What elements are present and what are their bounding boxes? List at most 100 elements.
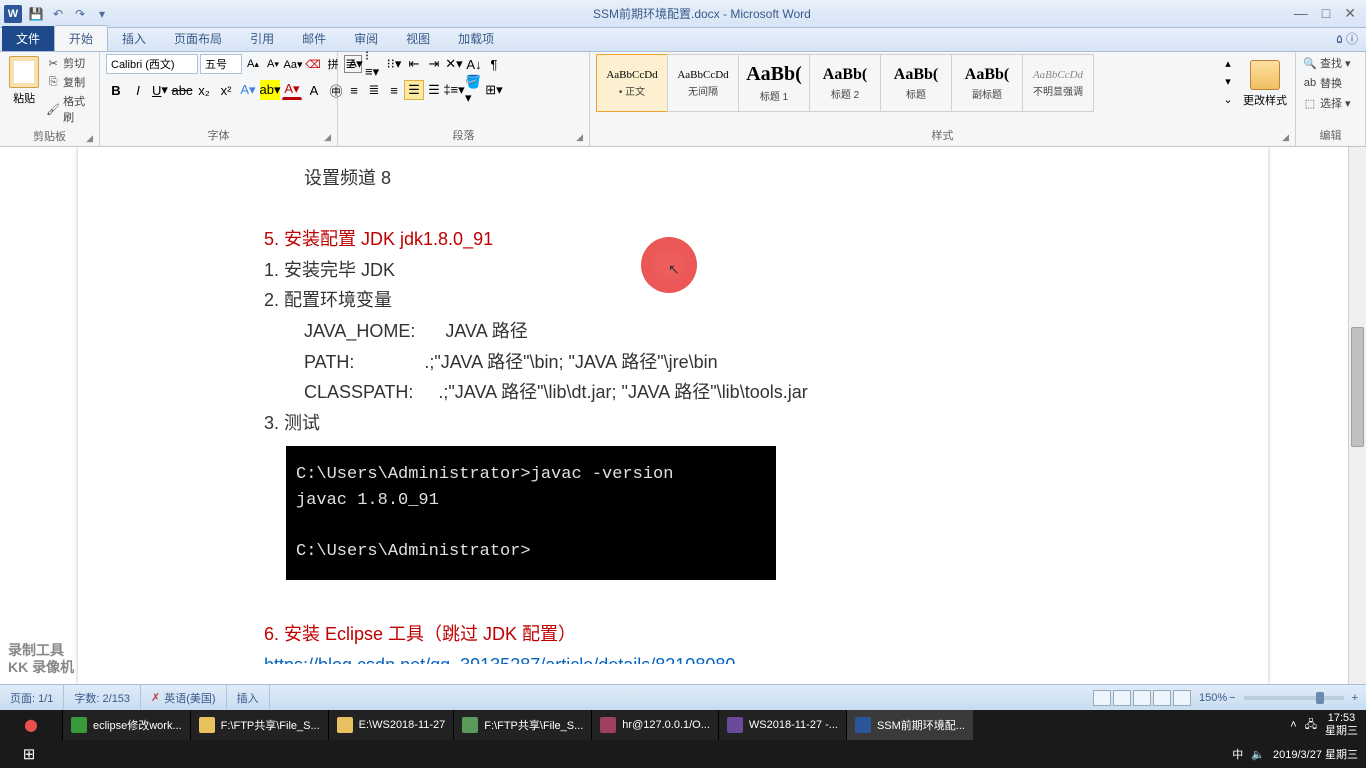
zoom-slider[interactable] [1244,696,1344,700]
qat-dropdown-icon[interactable]: ▾ [94,6,110,22]
styles-gallery[interactable]: AaBbCcDd• 正文AaBbCcDd无间隔AaBb(标题 1AaBb(标题 … [596,54,1217,112]
zoom-in-button[interactable]: + [1352,692,1358,704]
font-size-combo[interactable]: 五号 [200,54,242,74]
minimize-button[interactable]: — [1294,5,1308,22]
tray-up-icon[interactable]: ˄ [1290,719,1296,731]
tab-view[interactable]: 视图 [392,26,444,51]
clear-formatting-button[interactable]: ⌫ [304,55,322,73]
find-button[interactable]: 🔍查找▾ [1302,54,1352,72]
style-item[interactable]: AaBb(标题 [880,54,952,112]
asian-layout-button[interactable]: ✕▾ [444,54,464,74]
paste-button[interactable]: 粘贴 [6,54,42,106]
dialog-launcher-icon[interactable]: ◢ [1282,132,1289,143]
style-item[interactable]: AaBb(副标题 [951,54,1023,112]
start-button[interactable]: ⊞ [10,740,48,768]
network-icon[interactable]: 🖧 [1305,716,1317,735]
gallery-up-icon[interactable]: ▴ [1219,54,1237,72]
align-right-button[interactable]: ≡ [384,80,404,100]
taskbar-item[interactable]: WS2018-11-27 -... [718,710,846,740]
tab-insert[interactable]: 插入 [108,26,160,51]
tab-mailings[interactable]: 邮件 [288,26,340,51]
bold-button[interactable]: B [106,80,126,100]
dialog-launcher-icon[interactable]: ◢ [324,132,331,143]
text-effects-button[interactable]: A▾ [238,80,258,100]
copy-button[interactable]: ⎘复制 [44,73,93,91]
dialog-launcher-icon[interactable]: ◢ [576,132,583,143]
font-color-button[interactable]: A▾ [282,80,302,100]
tab-home[interactable]: 开始 [54,25,108,51]
line-spacing-button[interactable]: ‡≡▾ [444,80,464,100]
multilevel-list-button[interactable]: ⁝⁝▾ [384,54,404,74]
underline-button[interactable]: U▾ [150,80,170,100]
bullets-button[interactable]: ≣▾ [344,54,364,74]
show-hide-button[interactable]: ¶ [484,54,504,74]
taskbar-item[interactable]: F:\FTP共享\File_S... [453,710,591,740]
cut-button[interactable]: ✂剪切 [44,54,93,72]
clock[interactable]: 17:53 星期三 [1325,712,1358,738]
font-name-combo[interactable]: Calibri (西文) [106,54,198,74]
shading-button[interactable]: 🪣▾ [464,80,484,100]
page-number[interactable]: 页面: 1/1 [0,685,64,710]
taskbar-item[interactable]: SSM前期环境配... [846,710,973,740]
subscript-button[interactable]: x₂ [194,80,214,100]
speaker-icon[interactable]: 🔈 [1251,748,1265,761]
strikethrough-button[interactable]: abc [172,80,192,100]
style-item[interactable]: AaBbCcDd• 正文 [596,54,668,112]
dialog-launcher-icon[interactable]: ◢ [86,133,93,144]
maximize-button[interactable]: □ [1322,5,1330,22]
undo-icon[interactable]: ↶ [50,6,66,22]
replace-button[interactable]: ab替换 [1302,74,1352,92]
word-count[interactable]: 字数: 2/153 [64,685,141,710]
style-item[interactable]: AaBb(标题 1 [738,54,810,112]
close-button[interactable]: ✕ [1344,5,1356,22]
style-item[interactable]: AaBb(标题 2 [809,54,881,112]
grow-font-button[interactable]: A▴ [244,55,262,73]
borders-button[interactable]: ⊞▾ [484,80,504,100]
vertical-scrollbar[interactable] [1348,147,1366,684]
fullscreen-reading-view-button[interactable] [1113,690,1131,706]
outline-view-button[interactable] [1153,690,1171,706]
print-layout-view-button[interactable] [1093,690,1111,706]
scrollbar-thumb[interactable] [1351,327,1364,447]
taskbar-item[interactable]: E:\WS2018-11-27 [328,710,454,740]
zoom-out-button[interactable]: − [1229,692,1235,704]
minimize-ribbon-icon[interactable]: ۵ ⓘ [1328,26,1366,51]
gallery-more-icon[interactable]: ⌄ [1219,90,1237,108]
date-display[interactable]: 2019/3/27 星期三 [1273,746,1358,762]
shrink-font-button[interactable]: A▾ [264,55,282,73]
tab-page-layout[interactable]: 页面布局 [160,26,236,51]
taskbar-item[interactable]: eclipse修改work... [62,710,190,740]
style-item[interactable]: AaBbCcDd无间隔 [667,54,739,112]
document-content[interactable]: 设置频道 8 5. 安装配置 JDK jdk1.8.0_91 1. 安装完毕 J… [264,163,1082,664]
zoom-level[interactable]: 150% [1199,692,1227,704]
tab-references[interactable]: 引用 [236,26,288,51]
tab-addins[interactable]: 加载项 [444,26,508,51]
numbering-button[interactable]: ⁝≡▾ [364,54,384,74]
insert-mode[interactable]: 插入 [227,685,270,710]
increase-indent-button[interactable]: ⇥ [424,54,444,74]
tab-file[interactable]: 文件 [2,26,54,51]
character-shading-button[interactable]: A [304,80,324,100]
style-item[interactable]: AaBbCcDd不明显强调 [1022,54,1094,112]
select-button[interactable]: ⬚选择▾ [1302,94,1352,112]
redo-icon[interactable]: ↷ [72,6,88,22]
tray-icon[interactable]: ⬤ [24,718,37,732]
taskbar-item[interactable]: F:\FTP共享\File_S... [190,710,328,740]
distributed-button[interactable]: ☰ [424,80,444,100]
align-left-button[interactable]: ≡ [344,80,364,100]
save-icon[interactable]: 💾 [28,6,44,22]
align-center-button[interactable]: ≣ [364,80,384,100]
draft-view-button[interactable] [1173,690,1191,706]
taskbar-item[interactable]: hr@127.0.0.1/O... [591,710,718,740]
decrease-indent-button[interactable]: ⇤ [404,54,424,74]
proofing-status[interactable]: ✗英语(美国) [141,685,227,710]
format-painter-button[interactable]: 🖌格式刷 [44,92,93,126]
highlight-button[interactable]: ab▾ [260,80,280,100]
gallery-down-icon[interactable]: ▾ [1219,72,1237,90]
document-area[interactable]: 设置频道 8 5. 安装配置 JDK jdk1.8.0_91 1. 安装完毕 J… [0,147,1366,684]
change-case-button[interactable]: Aa▾ [284,55,302,73]
hyperlink[interactable]: https://blog.csdn.net/qq_39135287/articl… [264,650,1082,664]
web-layout-view-button[interactable] [1133,690,1151,706]
justify-button[interactable]: ☰ [404,80,424,100]
italic-button[interactable]: I [128,80,148,100]
